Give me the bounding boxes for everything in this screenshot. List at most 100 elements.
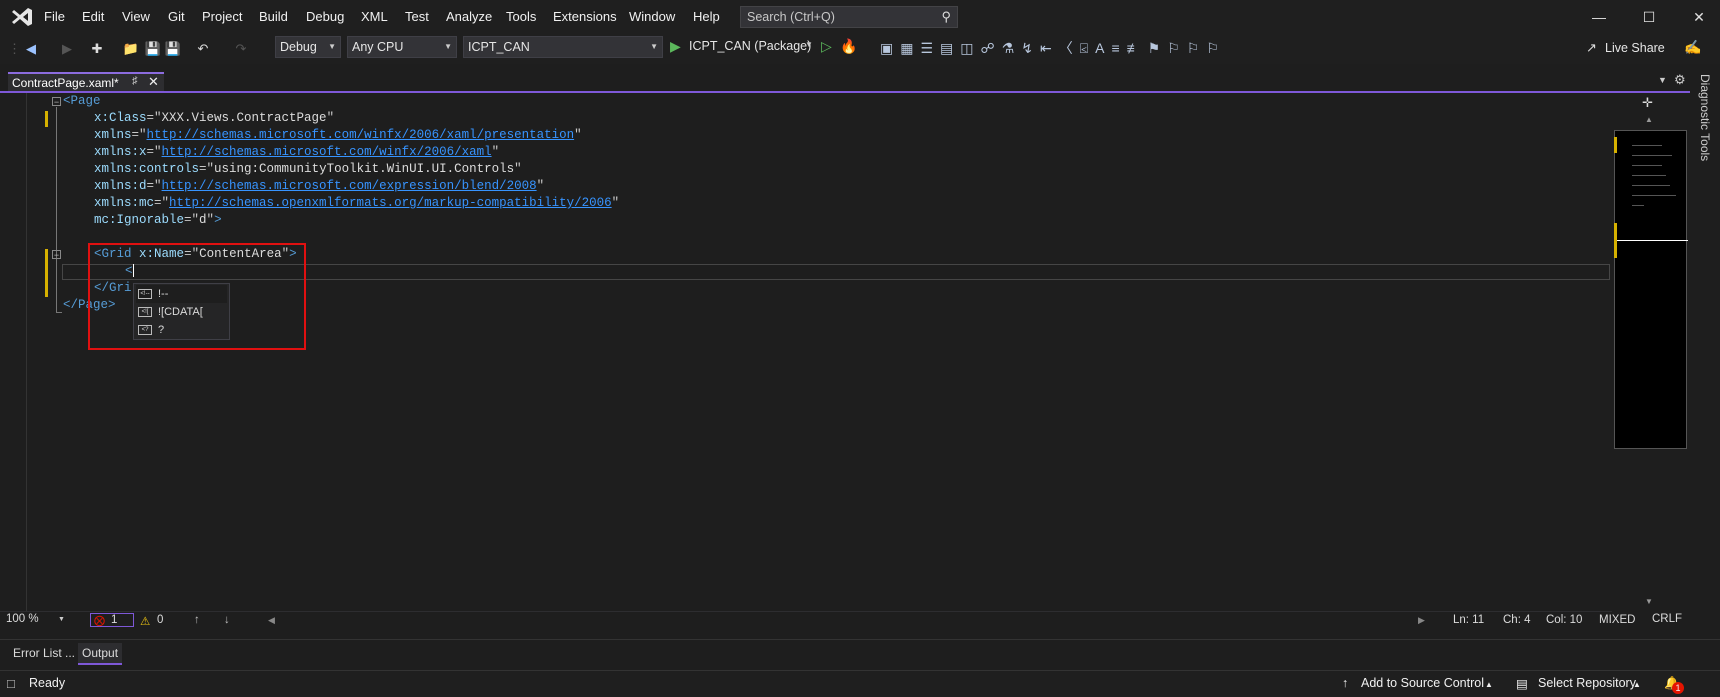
menu-build[interactable]: Build	[259, 9, 288, 24]
chevron-down-icon: ▼	[58, 616, 65, 623]
menu-debug[interactable]: Debug	[306, 9, 344, 24]
whitespace-indicator[interactable]: MIXED	[1599, 614, 1635, 626]
tab-list-chevron-icon[interactable]: ▼	[1658, 75, 1667, 85]
menu-extensions[interactable]: Extensions	[553, 9, 617, 24]
minimize-button[interactable]: —	[1584, 6, 1614, 28]
platform-dropdown[interactable]: Any CPU ▼	[347, 36, 457, 58]
document-icon[interactable]: ▤	[940, 40, 960, 56]
collapse-page-icon[interactable]: −	[52, 97, 61, 107]
next-issue-icon[interactable]: ↓	[224, 614, 230, 626]
diagnostic-tools-tab[interactable]: Diagnostic Tools	[1692, 72, 1718, 172]
zoom-value: 100 %	[6, 613, 39, 625]
maximize-button[interactable]: ☐	[1634, 6, 1664, 28]
next-bookmark-icon[interactable]: ⚐	[1187, 40, 1207, 56]
navigate-back-icon[interactable]: ◀	[22, 40, 40, 58]
chevron-down-icon: ▼	[444, 42, 452, 51]
save-icon[interactable]: 💾	[144, 40, 162, 58]
live-share-icon[interactable]: ↗	[1586, 40, 1597, 56]
split-editor-icon[interactable]: ✛	[1642, 95, 1653, 111]
list-icon[interactable]: ☰	[920, 40, 940, 56]
highlight-annotation-box	[88, 243, 306, 350]
hierarchy-icon[interactable]: ⚗	[1002, 40, 1022, 56]
warning-icon[interactable]: ⚠	[140, 614, 150, 628]
menu-test[interactable]: Test	[405, 9, 429, 24]
menu-help[interactable]: Help	[693, 9, 720, 24]
menu-file[interactable]: File	[44, 9, 65, 24]
tab-error-list[interactable]: Error List ...	[9, 643, 79, 663]
format-icon[interactable]: ◫	[960, 40, 980, 56]
scroll-up-icon[interactable]: ▲	[1645, 115, 1653, 124]
startup-project-dropdown[interactable]: ICPT_CAN ▼	[463, 36, 663, 58]
toolbar-icon-group[interactable]: ▣▦☰▤◫☍⚗↯⇤〈⍃A≡≢⚑⚐⚐⚐	[880, 38, 1340, 58]
menu-tools[interactable]: Tools	[506, 9, 536, 24]
code-line-5: xmlns:controls="using:CommunityToolkit.W…	[94, 162, 522, 176]
new-project-icon[interactable]: ✚	[88, 40, 106, 58]
link-icon[interactable]: ↯	[1021, 40, 1040, 56]
line-endings-indicator[interactable]: CRLF	[1652, 613, 1682, 625]
bookmark-icon[interactable]: ⚑	[1148, 40, 1168, 56]
configuration-dropdown[interactable]: Debug ▼	[275, 36, 341, 58]
menu-project[interactable]: Project	[202, 9, 242, 24]
search-box[interactable]: Search (Ctrl+Q) ⚲	[740, 6, 958, 28]
attr-name: xmlns:mc	[94, 196, 155, 210]
close-window-button[interactable]: ✕	[1684, 6, 1714, 28]
tab-output[interactable]: Output	[78, 643, 123, 665]
code-line-8: mc:Ignorable="d">	[94, 213, 222, 227]
menu-xml[interactable]: XML	[361, 9, 388, 24]
undo-icon[interactable]: ↶	[194, 40, 212, 58]
clear-bookmarks-icon[interactable]: ⚐	[1206, 40, 1226, 56]
bracket-icon[interactable]: 〈	[1059, 40, 1080, 56]
minimap-text	[1632, 185, 1670, 186]
tag-icon[interactable]: ⍃	[1080, 40, 1095, 56]
tab-contractpage-xaml[interactable]: ContractPage.xaml* ♯ ✕	[8, 72, 164, 92]
tree-icon[interactable]: ☍	[981, 40, 1002, 56]
zoom-dropdown[interactable]: 100 % ▼	[6, 613, 68, 628]
comment-icon[interactable]: ≡	[1111, 40, 1126, 56]
attr-url[interactable]: http://schemas.microsoft.com/winfx/2006/…	[162, 145, 492, 159]
menu-view[interactable]: View	[122, 9, 150, 24]
solution-explorer-icon[interactable]: ▣	[880, 40, 900, 56]
previous-issue-icon[interactable]: ↑	[194, 614, 200, 626]
attr-url[interactable]: http://schemas.microsoft.com/winfx/2006/…	[147, 128, 575, 142]
menu-edit[interactable]: Edit	[82, 9, 104, 24]
run-target-button[interactable]: ICPT_CAN (Package)	[689, 39, 811, 53]
outline-guide-end	[56, 312, 62, 313]
attr-url[interactable]: http://schemas.microsoft.com/expression/…	[162, 179, 537, 193]
minimap-text	[1632, 165, 1662, 166]
select-repository-button[interactable]: Select Repository	[1538, 676, 1636, 690]
chevron-up-icon: ▲	[1633, 680, 1641, 689]
run-target-chevron-icon[interactable]: ▼	[805, 40, 813, 49]
horizontal-scrollbar[interactable]	[280, 616, 1420, 625]
start-debug-icon[interactable]: ▶	[670, 38, 681, 55]
hot-reload-icon[interactable]: 🔥	[840, 38, 857, 55]
scroll-down-icon[interactable]: ▼	[1645, 597, 1653, 606]
open-folder-icon[interactable]: 📁	[122, 40, 140, 58]
uncomment-icon[interactable]: ≢	[1127, 40, 1148, 56]
collapse-grid-icon[interactable]: −	[52, 250, 61, 260]
font-icon[interactable]: A	[1095, 40, 1111, 56]
scroll-right-icon[interactable]: ▶	[1418, 615, 1425, 626]
upload-icon: ↑	[1342, 676, 1349, 690]
start-without-debugging-icon[interactable]: ▷	[821, 38, 832, 55]
save-all-icon[interactable]: 💾	[164, 40, 182, 58]
prev-bookmark-icon[interactable]: ⚐	[1167, 40, 1187, 56]
menu-analyze[interactable]: Analyze	[446, 9, 492, 24]
error-count-button[interactable]: ⨂ 1	[90, 613, 134, 627]
attr-url[interactable]: http://schemas.openxmlformats.org/markup…	[169, 196, 612, 210]
pin-icon[interactable]: ♯	[132, 75, 138, 87]
live-share-button[interactable]: Live Share	[1605, 41, 1665, 55]
outdent-icon[interactable]: ⇤	[1040, 40, 1059, 56]
layout-icon[interactable]: ▦	[900, 40, 920, 56]
menu-window[interactable]: Window	[629, 9, 675, 24]
settings-gear-icon[interactable]: ⚙	[1674, 72, 1686, 88]
add-to-source-control-button[interactable]: Add to Source Control	[1361, 676, 1484, 690]
redo-icon[interactable]: ↷	[232, 40, 250, 58]
visual-studio-logo-icon[interactable]	[10, 7, 34, 27]
scroll-left-icon[interactable]: ◀	[268, 615, 275, 626]
feedback-icon[interactable]: ✍	[1684, 39, 1701, 56]
minimap-viewport[interactable]	[1614, 130, 1688, 449]
minimap-text	[1632, 175, 1666, 176]
menu-git[interactable]: Git	[168, 9, 185, 24]
close-tab-icon[interactable]: ✕	[148, 74, 159, 90]
navigate-forward-icon[interactable]: ▶	[58, 40, 76, 58]
